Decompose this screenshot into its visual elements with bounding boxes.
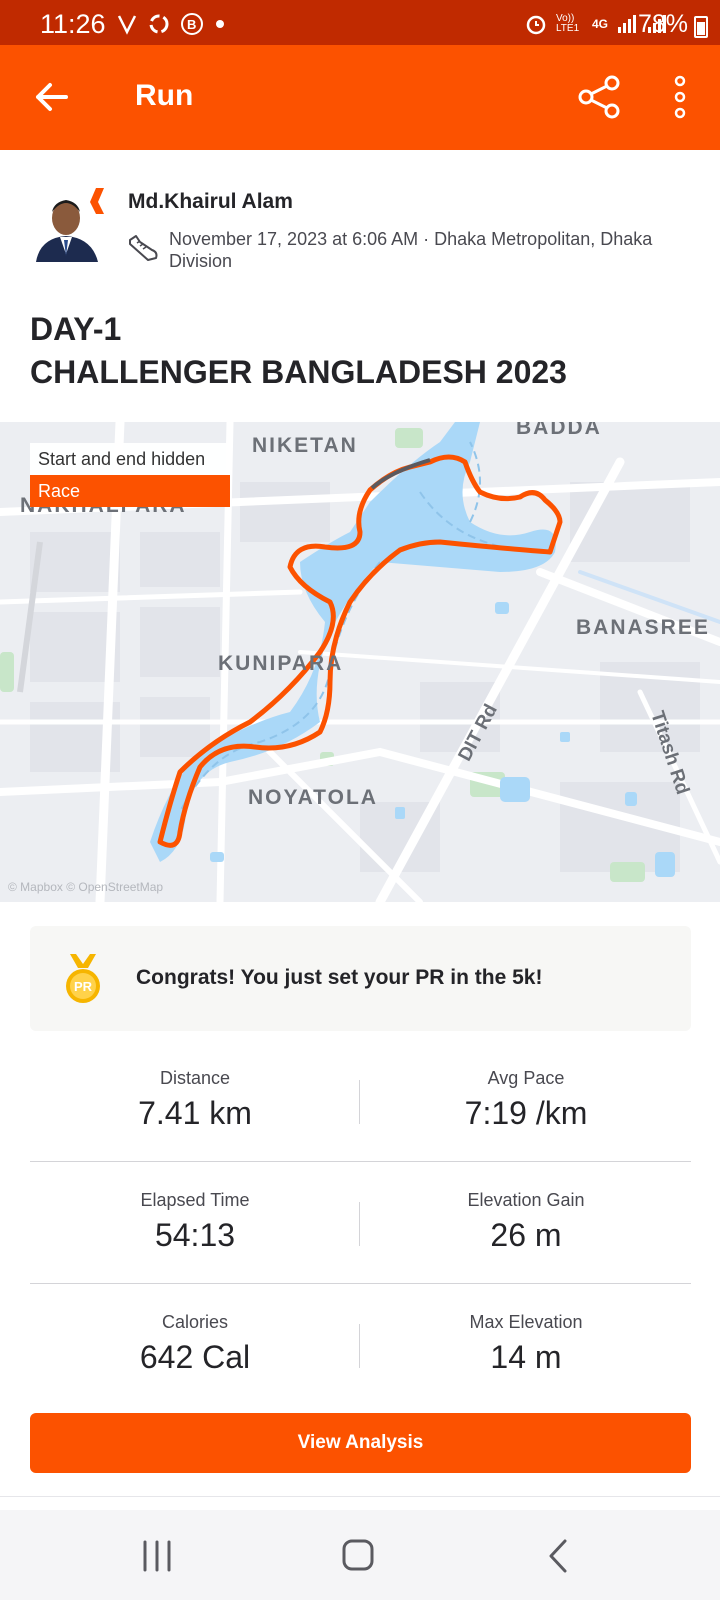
recent-apps-icon[interactable]	[133, 1534, 181, 1578]
share-icon[interactable]	[576, 73, 624, 121]
more-vertical-icon[interactable]	[664, 73, 696, 121]
activity-date-location: November 17, 2023 at 6:06 AM · Dhaka Met…	[169, 229, 653, 271]
divider	[0, 1496, 720, 1497]
start-end-hidden-badge: Start and end hidden	[30, 443, 230, 475]
stat-avg-pace: Avg Pace 7:19 /km	[361, 1068, 691, 1132]
stat-distance: Distance 7.41 km	[30, 1068, 360, 1132]
home-icon[interactable]	[334, 1534, 382, 1578]
stat-calories: Calories 642 Cal	[30, 1312, 360, 1376]
volte-icon: Vo)) LTE1	[555, 13, 580, 34]
view-analysis-button[interactable]: View Analysis	[30, 1413, 691, 1473]
battery-icon	[694, 16, 708, 38]
stat-label: Elapsed Time	[140, 1190, 250, 1210]
map-badges: Start and end hidden Race	[30, 443, 230, 507]
divider	[359, 1324, 360, 1368]
status-time: 11:26	[40, 9, 106, 39]
activity-title-line-2: CHALLENGER BANGLADESH 2023	[30, 354, 567, 390]
avatar[interactable]	[32, 184, 104, 262]
race-badge: Race	[30, 475, 230, 507]
b-badge-icon: B	[181, 13, 203, 35]
stat-value: 7.41 km	[138, 1095, 252, 1131]
battery-percent: 78%	[637, 10, 688, 38]
back-nav-icon[interactable]	[535, 1534, 583, 1578]
network-type-icon: 4G	[591, 17, 608, 31]
signal-icon	[618, 15, 636, 33]
map-label-niketan: NIKETAN	[252, 434, 358, 457]
stats-row-3: Calories 642 Cal Max Elevation 14 m	[30, 1284, 691, 1384]
shoe-icon	[129, 235, 158, 261]
stat-label: Avg Pace	[487, 1068, 565, 1088]
map-label-kunipara: KUNIPARA	[218, 652, 344, 675]
map-label-noyatola: NOYATOLA	[248, 786, 378, 809]
signal-slash-icon	[117, 15, 137, 35]
medal-icon: PR	[66, 954, 100, 1003]
app-bar: Run	[0, 45, 720, 150]
stat-label: Calories	[161, 1312, 229, 1332]
divider	[359, 1202, 360, 1246]
activity-title: DAY-1 CHALLENGER BANGLADESH 2023	[30, 308, 690, 394]
stat-elevation-gain: Elevation Gain 26 m	[361, 1190, 691, 1254]
alarm-icon	[526, 15, 546, 35]
stats-row-2: Elapsed Time 54:13 Elevation Gain 26 m	[30, 1162, 691, 1284]
sync-icon	[149, 14, 169, 34]
status-bar: 11:26 B Vo)) LTE1 4G 78%	[0, 0, 720, 45]
dot-icon	[216, 20, 224, 28]
map-label-banasree: BANASREE	[576, 616, 710, 639]
stat-value: 54:13	[154, 1217, 236, 1253]
map-attribution[interactable]: © Mapbox © OpenStreetMap	[8, 880, 163, 894]
stat-max-elevation: Max Elevation 14 m	[361, 1312, 691, 1376]
map-label-badda: BADDA	[516, 422, 602, 439]
stat-value: 26 m	[490, 1217, 562, 1253]
system-nav-bar	[0, 1510, 720, 1600]
stat-elapsed-time: Elapsed Time 54:13	[30, 1190, 360, 1254]
arrow-left-icon[interactable]	[30, 75, 74, 119]
stat-label: Max Elevation	[469, 1312, 583, 1332]
svg-text:B: B	[187, 17, 196, 32]
stat-value: 642 Cal	[139, 1339, 251, 1375]
stat-value: 14 m	[490, 1339, 562, 1375]
pr-message: Congrats! You just set your PR in the 5k…	[136, 966, 543, 989]
page-title: Run	[135, 79, 194, 112]
stat-label: Distance	[159, 1068, 231, 1088]
athlete-name[interactable]: Md.Khairul Alam	[128, 190, 293, 214]
activity-title-line-1: DAY-1	[30, 311, 122, 347]
medal-label: PR	[74, 979, 93, 994]
pr-card[interactable]: PR Congrats! You just set your PR in the…	[30, 926, 691, 1031]
stat-value: 7:19 /km	[464, 1095, 588, 1131]
stats-row-1: Distance 7.41 km Avg Pace 7:19 /km	[30, 1040, 691, 1162]
stat-label: Elevation Gain	[467, 1190, 585, 1210]
status-left-icons: B	[116, 12, 228, 36]
divider	[359, 1080, 360, 1124]
